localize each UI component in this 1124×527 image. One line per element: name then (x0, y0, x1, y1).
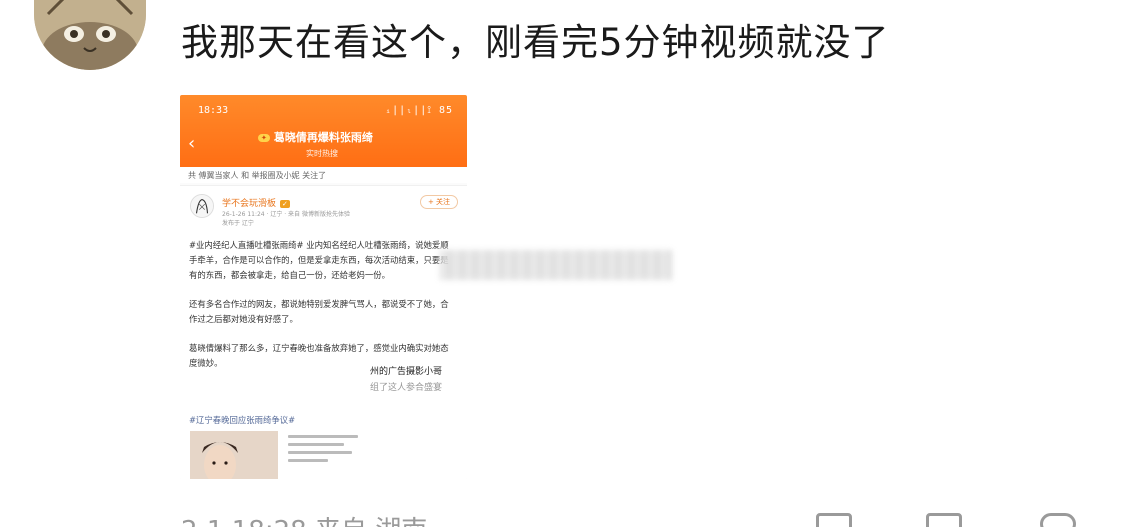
follow-button[interactable]: + 关注 (420, 195, 458, 209)
person-photo-icon (190, 431, 278, 479)
embed-caption: 州的广告摄影小哥 (370, 367, 443, 377)
follow-strip: 共 傅翼当家人 和 举报圈及小妮 关注了 (180, 167, 467, 183)
follow-strip-text: 共 傅翼当家人 和 举报圈及小妮 关注了 (188, 171, 327, 180)
embedded-media (190, 431, 386, 479)
bottom-hashtag[interactable]: #辽宁春晚回应张雨绮争议# (189, 414, 295, 426)
post-user-name-text: 学不会玩滑板 (222, 199, 277, 209)
hot-topic-icon: ✦ (258, 134, 270, 142)
post-meta-location: 发布于 辽宁 (222, 220, 254, 227)
post-meta: 26-1-26 11:24 · 辽宁 · 来自 微博新版抢先体验 (222, 211, 350, 218)
post-user-name: 学不会玩滑板 ✓ (222, 196, 290, 209)
comment-footer-meta: 2-1 18:28 来自 湖南 (181, 510, 427, 527)
embedded-photo (190, 431, 278, 479)
signal-battery-icon: ᵢ||ₗ||⟟ 85 (385, 105, 453, 116)
topic-header: 18:33 ᵢ||ₗ||⟟ 85 ‹ ✦ 葛晓倩再爆料张雨绮 实时热搜 (180, 95, 467, 167)
comment-icon[interactable] (926, 513, 962, 527)
topic-title: 葛晓倩再爆料张雨绮 (273, 131, 373, 144)
back-chevron-icon: ‹ (188, 133, 196, 154)
comment-text: 我那天在看这个，刚看完5分钟视频就没了 (181, 21, 890, 64)
cat-avatar-icon (34, 0, 146, 70)
share-icon[interactable] (816, 513, 852, 527)
post-paragraph: 还有多名合作过的网友，都说她特别爱发脾气骂人，都说受不了她，合作过之后都对她没有… (189, 299, 449, 324)
blurred-region (440, 250, 672, 280)
post-body: #业内经纪人直播吐槽张雨绮# 业内知名经纪人吐槽张雨绮，说她爱顺手牵羊，合作是可… (189, 238, 454, 385)
like-icon[interactable] (1040, 513, 1076, 527)
post-paragraph: #业内经纪人直播吐槽张雨绮# 业内知名经纪人吐槽张雨绮，说她爱顺手牵羊，合作是可… (189, 240, 449, 280)
vip-badge-icon: ✓ (280, 200, 290, 208)
status-time: 18:33 (198, 105, 229, 116)
post-user-avatar (190, 194, 214, 218)
topic-title-row: ✦ 葛晓倩再爆料张雨绮 (258, 129, 373, 145)
post-card: 学不会玩滑板 ✓ 26-1-26 11:24 · 辽宁 · 来自 微博新版抢先体验… (180, 185, 467, 479)
commenter-avatar[interactable] (34, 0, 146, 70)
sketch-avatar-icon (191, 195, 213, 217)
status-bar: 18:33 ᵢ||ₗ||⟟ 85 (198, 105, 453, 119)
embed-caption-secondary: 组了这人参合盛宴 (370, 383, 443, 393)
topic-subtitle: 实时热搜 (306, 149, 338, 158)
embedded-text-lines (288, 435, 368, 467)
embedded-screenshot[interactable]: 18:33 ᵢ||ₗ||⟟ 85 ‹ ✦ 葛晓倩再爆料张雨绮 实时热搜 共 傅翼当… (180, 95, 467, 479)
